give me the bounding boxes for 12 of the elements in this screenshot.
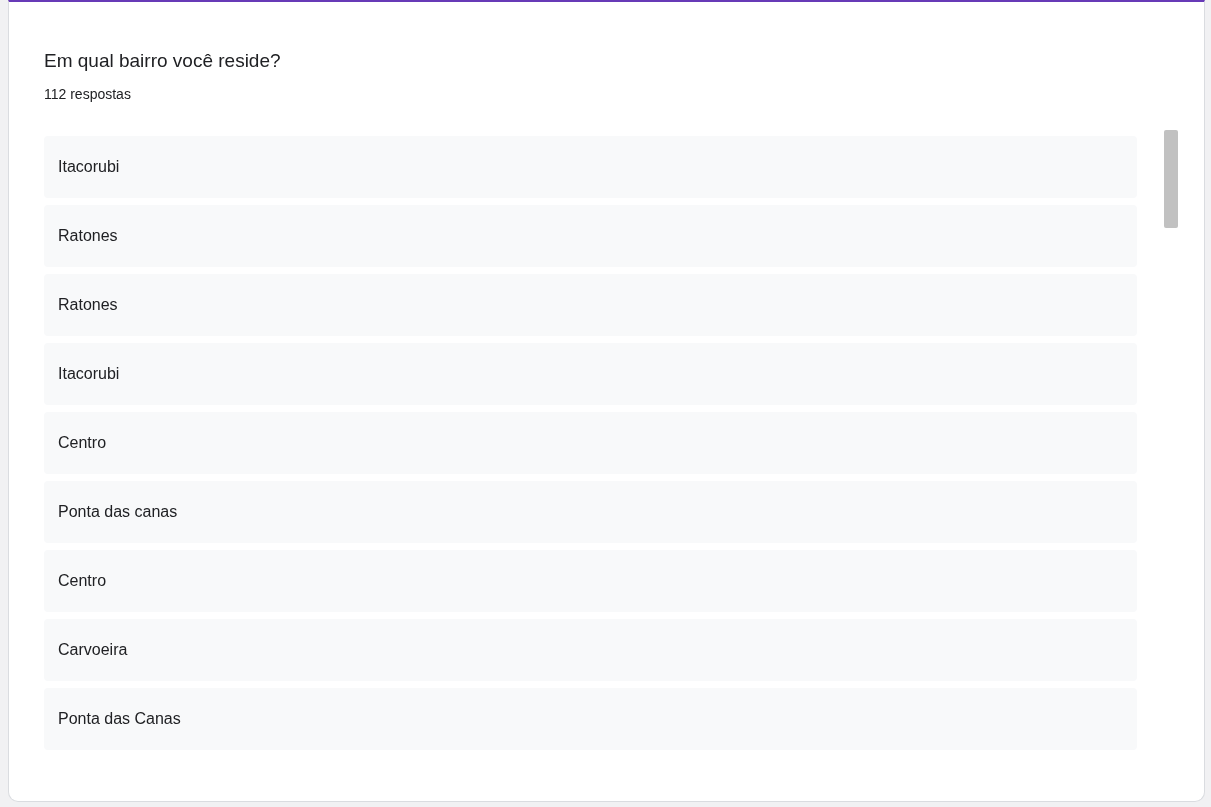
response-item: Ratones [44, 205, 1137, 267]
response-count: 112 respostas [44, 85, 132, 104]
response-item: Ponta das Canas [44, 688, 1137, 750]
response-item: Centro [44, 550, 1137, 612]
question-title: Em qual bairro você reside? [44, 49, 282, 73]
response-item: Carvoeira [44, 619, 1137, 681]
response-item: Ratones [44, 274, 1137, 336]
response-item: Ponta das canas [44, 481, 1137, 543]
response-item: Centro [44, 412, 1137, 474]
scrollbar-thumb[interactable] [1164, 130, 1178, 228]
response-item: Itacorubi [44, 136, 1137, 198]
response-item: Itacorubi [44, 343, 1137, 405]
